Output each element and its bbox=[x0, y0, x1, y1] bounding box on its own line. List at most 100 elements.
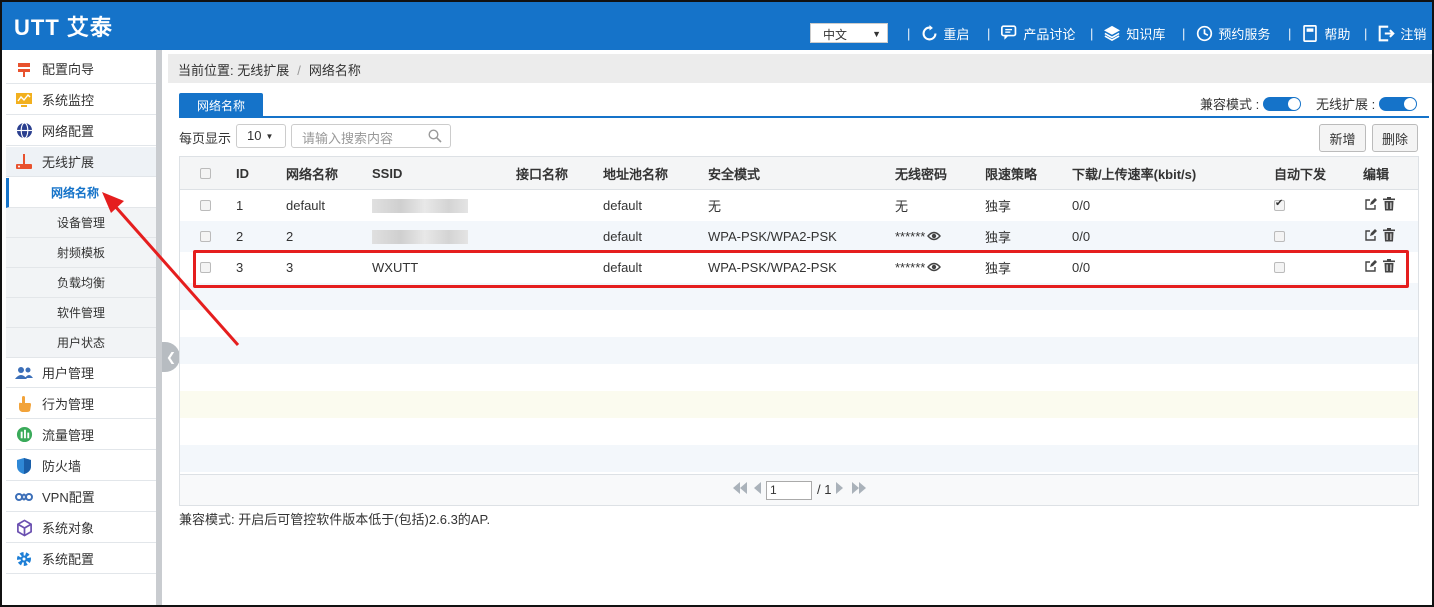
gear-icon bbox=[14, 549, 34, 569]
traffic-icon bbox=[14, 425, 34, 445]
col-rate[interactable]: 下载/上传速率(kbit/s) bbox=[1072, 157, 1196, 189]
logout-link[interactable]: | 注销 bbox=[1364, 22, 1426, 44]
auto-deploy-checkbox[interactable] bbox=[1274, 198, 1285, 211]
users-icon bbox=[14, 363, 34, 383]
app-window: UTT 艾泰 中文 ▼ | 重启 | 产品讨论 | 知识库 | 预约服务 | 帮… bbox=[0, 0, 1434, 607]
table-header-row: ID 网络名称 SSID 接口名称 地址池名称 安全模式 无线密码 限速策略 下… bbox=[180, 157, 1418, 190]
empty-row bbox=[180, 418, 1418, 445]
reboot-icon bbox=[920, 24, 938, 42]
auto-deploy-checkbox[interactable] bbox=[1274, 231, 1285, 242]
breadcrumb-location: 当前位置: 无线扩展 bbox=[178, 63, 290, 78]
compat-mode-toggle-group: 兼容模式 : bbox=[1200, 94, 1302, 113]
sidebar-item-behavior[interactable]: 行为管理 bbox=[6, 389, 156, 419]
caret-down-icon: ▼ bbox=[265, 132, 274, 142]
col-rate-policy[interactable]: 限速策略 bbox=[985, 157, 1037, 189]
sidebar-rail bbox=[156, 50, 162, 605]
language-select[interactable]: 中文 ▼ bbox=[810, 23, 888, 43]
eye-icon[interactable] bbox=[927, 229, 942, 244]
row-checkbox[interactable] bbox=[200, 200, 211, 211]
col-auto-deploy[interactable]: 自动下发 bbox=[1274, 157, 1326, 189]
compat-mode-switch[interactable] bbox=[1263, 96, 1302, 111]
pagination: 1 / 1 bbox=[180, 474, 1418, 505]
empty-row bbox=[180, 310, 1418, 337]
sidebar-subitem-rf-template[interactable]: 射频模板 bbox=[6, 238, 156, 268]
sidebar-item-wizard[interactable]: 配置向导 bbox=[6, 54, 156, 84]
compat-mode-note: 兼容模式: 开启后可管控软件版本低于(包括)2.6.3的AP. bbox=[179, 512, 491, 527]
col-pool-name[interactable]: 地址池名称 bbox=[603, 157, 668, 189]
wireless-extension-switch[interactable] bbox=[1379, 96, 1418, 111]
help-link[interactable]: | 帮助 bbox=[1288, 22, 1350, 44]
sidebar-item-traffic[interactable]: 流量管理 bbox=[6, 420, 156, 450]
breadcrumb: 当前位置: 无线扩展 / 网络名称 bbox=[168, 54, 1432, 83]
empty-row bbox=[180, 337, 1418, 364]
col-password[interactable]: 无线密码 bbox=[895, 157, 947, 189]
edit-icon[interactable] bbox=[1364, 197, 1378, 214]
page-total: / 1 bbox=[817, 482, 832, 497]
col-id[interactable]: ID bbox=[236, 157, 249, 189]
search-placeholder: 请输入搜索内容 bbox=[302, 131, 394, 146]
sidebar-item-vpn[interactable]: VPN配置 bbox=[6, 482, 156, 512]
sidebar-subitem-user-status[interactable]: 用户状态 bbox=[6, 328, 156, 358]
search-icon bbox=[428, 129, 442, 146]
chevron-left-icon: ❮ bbox=[165, 350, 177, 364]
sidebar-collapse-toggle[interactable]: ❮ bbox=[162, 342, 180, 372]
knowledge-base-link[interactable]: | 知识库 bbox=[1090, 22, 1165, 44]
vpn-icon bbox=[14, 487, 34, 507]
network-table: ID 网络名称 SSID 接口名称 地址池名称 安全模式 无线密码 限速策略 下… bbox=[179, 156, 1419, 506]
col-edit: 编辑 bbox=[1363, 166, 1390, 182]
first-page-icon[interactable] bbox=[732, 481, 748, 498]
last-page-icon[interactable] bbox=[851, 481, 867, 498]
layers-icon bbox=[1103, 24, 1121, 42]
sidebar-subitem-network-name[interactable]: 网络名称 bbox=[6, 178, 156, 208]
prev-page-icon[interactable] bbox=[752, 481, 762, 498]
sidebar-item-objects[interactable]: 系统对象 bbox=[6, 513, 156, 543]
next-page-icon[interactable] bbox=[835, 481, 845, 498]
sidebar-item-users[interactable]: 用户管理 bbox=[6, 358, 156, 388]
sidebar-subitem-device-management[interactable]: 设备管理 bbox=[6, 208, 156, 238]
col-ssid[interactable]: SSID bbox=[372, 157, 402, 189]
col-interface-name[interactable]: 接口名称 bbox=[516, 157, 568, 189]
trash-icon[interactable] bbox=[1383, 228, 1395, 245]
trash-icon[interactable] bbox=[1383, 197, 1395, 214]
wireless-extension-toggle-group: 无线扩展 : bbox=[1316, 94, 1418, 113]
shield-icon bbox=[14, 456, 34, 476]
col-security-mode[interactable]: 安全模式 bbox=[708, 157, 760, 189]
empty-row bbox=[180, 391, 1418, 418]
appointment-link[interactable]: | 预约服务 bbox=[1182, 22, 1270, 44]
sidebar-item-network[interactable]: 网络配置 bbox=[6, 116, 156, 146]
wizard-icon bbox=[14, 59, 34, 79]
delete-button[interactable]: 删除 bbox=[1372, 124, 1418, 152]
table-row[interactable]: 1 default default 无 无 独享 0/0 bbox=[180, 190, 1418, 221]
wireless-ap-icon bbox=[14, 152, 34, 172]
sidebar-item-system[interactable]: 系统配置 bbox=[6, 544, 156, 574]
sidebar-item-monitor[interactable]: 系统监控 bbox=[6, 85, 156, 115]
search-input[interactable]: 请输入搜索内容 bbox=[291, 124, 451, 148]
select-all-checkbox[interactable] bbox=[200, 167, 211, 179]
chevron-down-icon: ▼ bbox=[872, 29, 881, 39]
redacted-ssid bbox=[372, 229, 468, 244]
add-button[interactable]: 新增 bbox=[1319, 124, 1366, 152]
row-checkbox[interactable] bbox=[200, 231, 211, 242]
wireless-extension-label: 无线扩展 : bbox=[1316, 97, 1376, 112]
edit-icon[interactable] bbox=[1364, 228, 1378, 245]
sidebar-subitem-load-balance[interactable]: 负载均衡 bbox=[6, 268, 156, 298]
table-row[interactable]: 2 2 default WPA-PSK/WPA2-PSK ****** 独享 0… bbox=[180, 221, 1418, 252]
top-header: UTT 艾泰 中文 ▼ | 重启 | 产品讨论 | 知识库 | 预约服务 | 帮… bbox=[2, 2, 1432, 50]
tab-network-name[interactable]: 网络名称 bbox=[179, 93, 263, 118]
appointment-icon bbox=[1195, 24, 1213, 42]
col-network-name[interactable]: 网络名称 bbox=[286, 157, 338, 189]
reboot-link[interactable]: | 重启 bbox=[907, 22, 969, 44]
empty-row bbox=[180, 364, 1418, 391]
sidebar: 配置向导 系统监控 网络配置 无线扩展 网络名称 设备管理 射频模板 负载均衡 … bbox=[2, 50, 162, 605]
sidebar-subitem-software-management[interactable]: 软件管理 bbox=[6, 298, 156, 328]
sidebar-item-wireless[interactable]: 无线扩展 bbox=[6, 147, 156, 177]
product-discussion-link[interactable]: | 产品讨论 bbox=[987, 22, 1075, 44]
highlight-box bbox=[193, 250, 1409, 288]
per-page-select[interactable]: 10 ▼ bbox=[236, 124, 286, 148]
language-value: 中文 bbox=[823, 28, 848, 42]
page-number-input[interactable]: 1 bbox=[766, 481, 812, 500]
compat-mode-label: 兼容模式 : bbox=[1200, 97, 1260, 112]
chat-icon bbox=[1000, 24, 1018, 42]
sidebar-item-firewall[interactable]: 防火墙 bbox=[6, 451, 156, 481]
monitor-icon bbox=[14, 90, 34, 110]
